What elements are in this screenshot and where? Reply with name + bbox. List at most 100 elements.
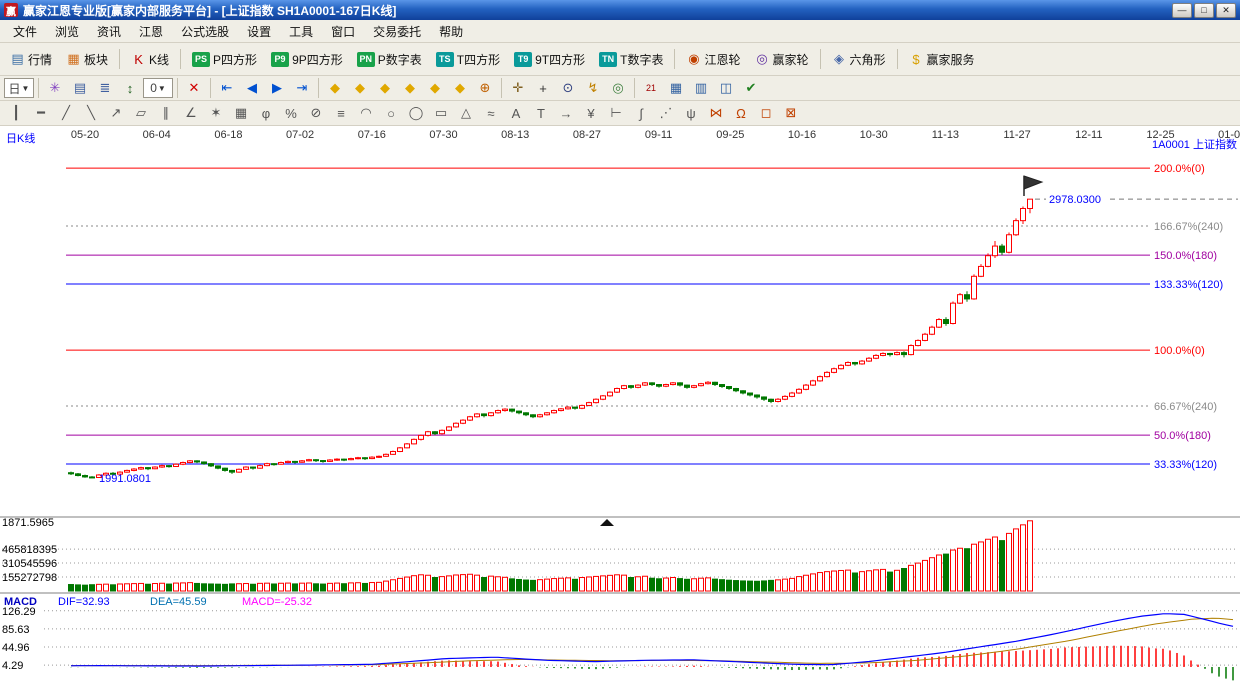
- segment-line-tool[interactable]: ╲: [79, 102, 103, 124]
- gann-grid-tool[interactable]: ▦: [229, 102, 253, 124]
- p-square-button[interactable]: PSP四方形: [186, 47, 263, 72]
- menu-item[interactable]: 资讯: [88, 21, 130, 42]
- gann-square-tool-5[interactable]: ◆: [423, 77, 447, 99]
- gann-square-tool-2[interactable]: ◆: [348, 77, 372, 99]
- arrow-line-tool[interactable]: ↗: [104, 102, 128, 124]
- channel-tool[interactable]: ▱: [129, 102, 153, 124]
- minimize-button[interactable]: —: [1172, 3, 1192, 18]
- pan-hand-tool[interactable]: ✛: [506, 77, 530, 99]
- percent-line-tool[interactable]: %: [279, 102, 303, 124]
- close-button[interactable]: ✕: [1216, 3, 1236, 18]
- menu-item[interactable]: 公式选股: [172, 21, 238, 42]
- price-label-tool[interactable]: ¥: [579, 102, 603, 124]
- panel-view-icon[interactable]: ▦: [664, 77, 688, 99]
- flash-tool-icon: ↯: [586, 80, 601, 96]
- wave-marker-tool[interactable]: ≈: [479, 102, 503, 124]
- abc-marker-tool[interactable]: A: [504, 102, 528, 124]
- kline-button[interactable]: KK线: [125, 47, 175, 72]
- chart-canvas[interactable]: 05-2006-0406-1807-0207-1607-3008-1308-27…: [0, 126, 1240, 685]
- winner-service-button[interactable]: $赢家服务: [903, 47, 981, 72]
- save-layout-icon[interactable]: ◫: [714, 77, 738, 99]
- price-label-tool-icon: ¥: [584, 106, 599, 121]
- menu-item[interactable]: 江恩: [130, 21, 172, 42]
- vertical-line-tool[interactable]: ┃: [4, 102, 28, 124]
- menu-item[interactable]: 工具: [280, 21, 322, 42]
- angle-line-tool[interactable]: ∠: [179, 102, 203, 124]
- zoom-tool[interactable]: ⊙: [556, 77, 580, 99]
- cycle-tool[interactable]: ◎: [606, 77, 630, 99]
- winner-wheel-button[interactable]: ◎赢家轮: [748, 47, 814, 72]
- toolbar-separator: [119, 49, 120, 69]
- t-number-table-button[interactable]: TNT数字表: [593, 47, 669, 72]
- compass-tool[interactable]: ⊕: [473, 77, 497, 99]
- text-label-tool[interactable]: T: [529, 102, 553, 124]
- gann-square-tool-1[interactable]: ◆: [323, 77, 347, 99]
- period-day-selector[interactable]: 日▼: [4, 78, 34, 98]
- maximize-button[interactable]: □: [1194, 3, 1214, 18]
- gann-chart-icon-icon: ✳: [48, 80, 63, 96]
- ellipse-tool[interactable]: ◯: [404, 102, 428, 124]
- nav-prev-button[interactable]: ◀: [240, 77, 264, 99]
- time-cycle-tool[interactable]: ⊘: [304, 102, 328, 124]
- speed-line-tool[interactable]: ⋰: [654, 102, 678, 124]
- p-number-table-button[interactable]: PNP数字表: [351, 47, 428, 72]
- menu-item[interactable]: 帮助: [430, 21, 472, 42]
- trend-line-tool[interactable]: ╱: [54, 102, 78, 124]
- kline-button-icon: K: [131, 52, 146, 67]
- ruler-tool[interactable]: ⊢: [604, 102, 628, 124]
- menu-item[interactable]: 交易委托: [364, 21, 430, 42]
- confirm-icon[interactable]: ✔: [739, 77, 763, 99]
- list-icon[interactable]: ≣: [93, 77, 117, 99]
- winner-wheel-button-label: 赢家轮: [772, 51, 808, 68]
- calendar-21-icon[interactable]: 21: [639, 77, 663, 99]
- t-square-button[interactable]: TST四方形: [430, 47, 506, 72]
- gann-chart-icon[interactable]: ✳: [43, 77, 67, 99]
- pitchfork-tool[interactable]: ψ: [679, 102, 703, 124]
- gann-wheel-button[interactable]: ◉江恩轮: [680, 47, 746, 72]
- menu-bar: 文件浏览资讯江恩公式选股设置工具窗口交易委托帮助: [0, 20, 1240, 43]
- menu-item[interactable]: 窗口: [322, 21, 364, 42]
- arc-tool[interactable]: ◠: [354, 102, 378, 124]
- delete-drawing-button[interactable]: ✕: [182, 77, 206, 99]
- zero-angle-selector[interactable]: 0▼: [143, 78, 173, 98]
- gann-square-tool-4[interactable]: ◆: [398, 77, 422, 99]
- table-view-icon[interactable]: ▥: [689, 77, 713, 99]
- gann-square-tool-5-icon: ◆: [428, 80, 443, 96]
- magnet-tool-icon: Ω: [734, 106, 749, 121]
- gann-square-tool-3[interactable]: ◆: [373, 77, 397, 99]
- report-icon[interactable]: ▤: [68, 77, 92, 99]
- horizontal-line-tool[interactable]: ━: [29, 102, 53, 124]
- fibonacci-time-tool[interactable]: ≡: [329, 102, 353, 124]
- date-label: 07-16: [358, 129, 386, 141]
- flash-tool[interactable]: ↯: [581, 77, 605, 99]
- gann-fan-tool[interactable]: ✶: [204, 102, 228, 124]
- quotes-button[interactable]: ▤行情: [4, 47, 58, 72]
- nav-last-button[interactable]: ⇥: [290, 77, 314, 99]
- lock-tool[interactable]: ⊠: [779, 102, 803, 124]
- gann-square-tool-6[interactable]: ◆: [448, 77, 472, 99]
- menu-item[interactable]: 设置: [238, 21, 280, 42]
- golden-section-tool[interactable]: φ: [254, 102, 278, 124]
- menu-item[interactable]: 浏览: [46, 21, 88, 42]
- sort-updown-icon[interactable]: ↕: [118, 77, 142, 99]
- nav-next-button[interactable]: ▶: [265, 77, 289, 99]
- confirm-icon-icon: ✔: [744, 80, 759, 96]
- regression-tool[interactable]: ∫: [629, 102, 653, 124]
- sectors-button[interactable]: ▦板块: [60, 47, 114, 72]
- parallel-lines-tool[interactable]: ∥: [154, 102, 178, 124]
- 9p-square-button[interactable]: P99P四方形: [265, 47, 349, 72]
- arrow-marker-tool[interactable]: →: [554, 102, 578, 124]
- menu-item[interactable]: 文件: [4, 21, 46, 42]
- rectangle-tool[interactable]: ▭: [429, 102, 453, 124]
- circle-tool[interactable]: ○: [379, 102, 403, 124]
- hexagon-button[interactable]: ◈六角形: [826, 47, 892, 72]
- eraser-tool[interactable]: ◻: [754, 102, 778, 124]
- magnet-tool[interactable]: Ω: [729, 102, 753, 124]
- crosshair-tool[interactable]: +: [531, 77, 555, 99]
- nav-first-button[interactable]: ⇤: [215, 77, 239, 99]
- date-label: 08-27: [573, 129, 601, 141]
- lock-tool-icon: ⊠: [784, 105, 799, 121]
- 9t-square-button[interactable]: T99T四方形: [508, 47, 591, 72]
- triangle-tool[interactable]: △: [454, 102, 478, 124]
- mirror-tool[interactable]: ⋈: [704, 102, 728, 124]
